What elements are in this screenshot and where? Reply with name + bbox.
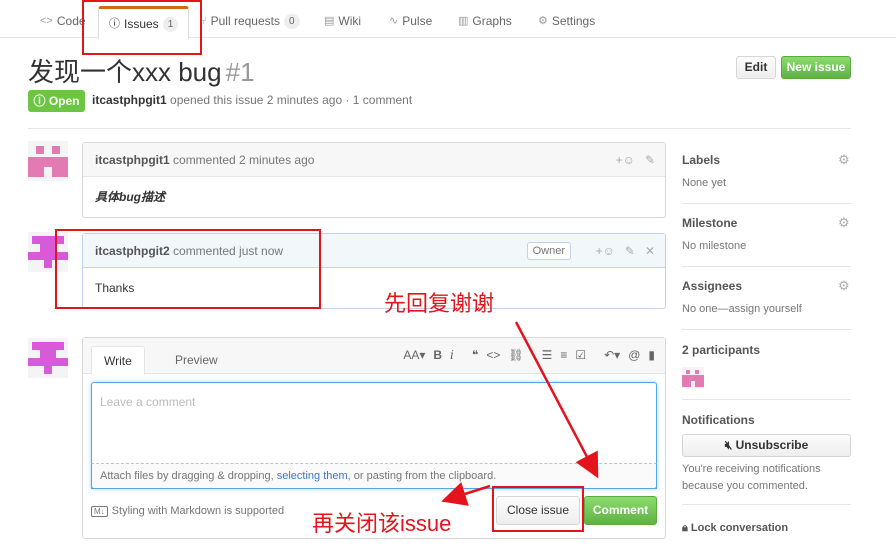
arrow-to-close-label (441, 482, 491, 506)
annotation-arrows (441, 321, 599, 506)
arrow-to-close-button (514, 321, 599, 479)
